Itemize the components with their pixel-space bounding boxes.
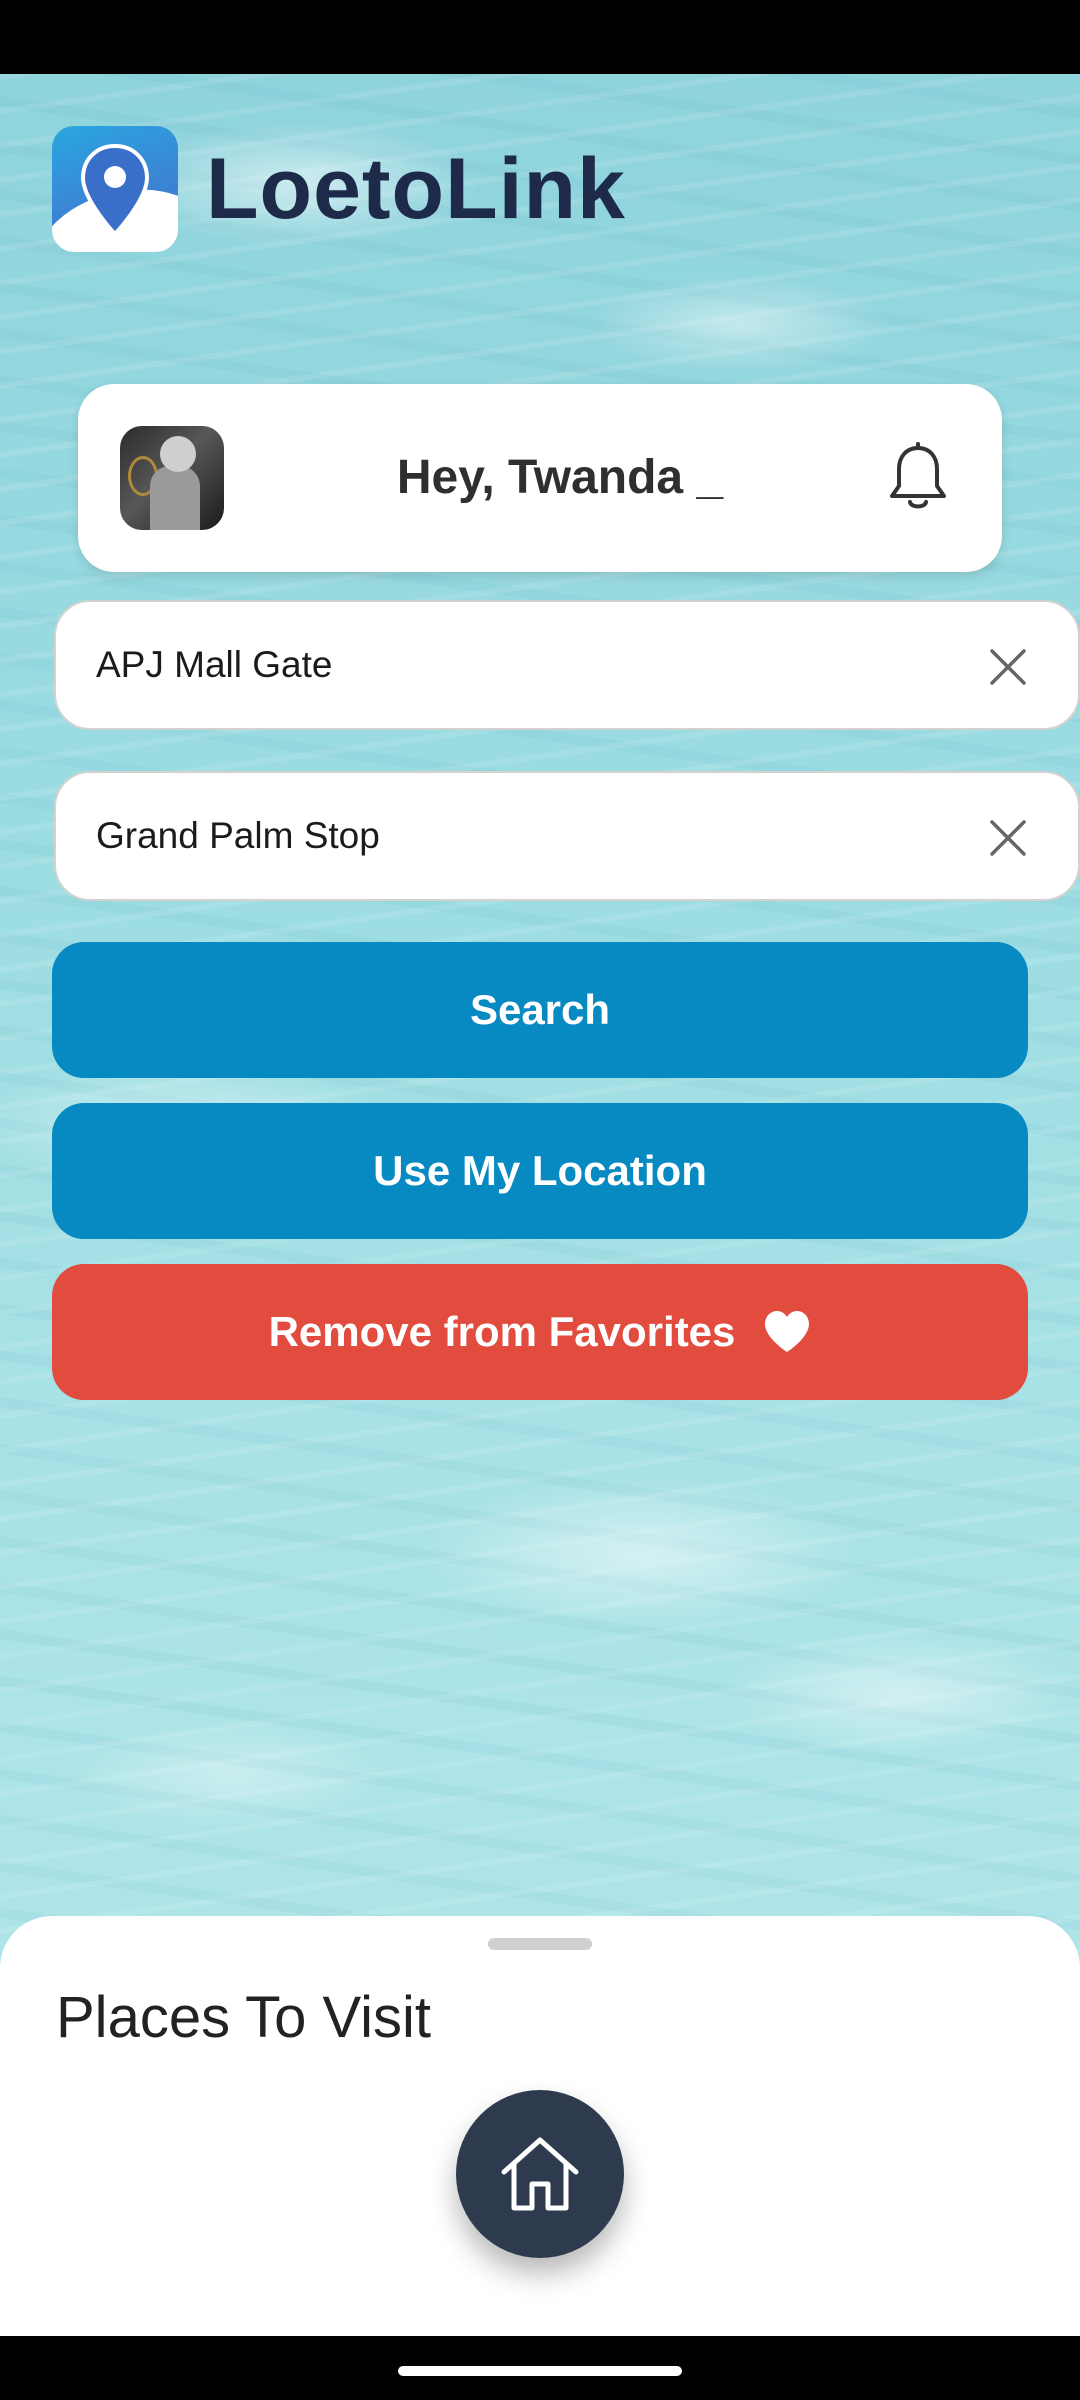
destination-input-value[interactable]: Grand Palm Stop (96, 815, 380, 857)
clear-destination-button[interactable] (978, 808, 1038, 868)
brand-header: LoetoLink (52, 126, 626, 252)
bell-icon (890, 442, 946, 509)
clear-origin-button[interactable] (978, 637, 1038, 697)
search-button[interactable]: Search (52, 942, 1028, 1078)
destination-field[interactable]: Grand Palm Stop (54, 771, 1080, 901)
status-bar (0, 0, 1080, 74)
sheet-drag-handle[interactable] (488, 1938, 592, 1950)
notifications-button[interactable] (878, 436, 958, 520)
home-icon (501, 2137, 579, 2211)
map-pin-icon (80, 144, 150, 236)
sheet-title: Places To Visit (56, 1985, 432, 2050)
heart-icon (763, 1310, 811, 1354)
home-button[interactable] (456, 2090, 624, 2258)
close-icon (990, 649, 1026, 685)
home-gesture-pill[interactable] (398, 2366, 682, 2376)
origin-input-value[interactable]: APJ Mall Gate (96, 644, 332, 686)
use-my-location-label: Use My Location (373, 1147, 707, 1194)
origin-field[interactable]: APJ Mall Gate (54, 600, 1080, 730)
search-button-label: Search (469, 986, 611, 1033)
greeting-card: Hey, Twanda _ (78, 384, 1002, 572)
remove-from-favorites-button[interactable]: Remove from Favorites (52, 1264, 1028, 1400)
system-navigation-bar (0, 2336, 1080, 2400)
close-icon (990, 820, 1026, 856)
remove-from-favorites-label: Remove from Favorites (268, 1308, 736, 1355)
use-my-location-button[interactable]: Use My Location (52, 1103, 1028, 1239)
greeting-text: Hey, Twanda _ (396, 451, 724, 504)
app-name: LoetoLink (206, 140, 626, 237)
app-logo (52, 126, 178, 252)
